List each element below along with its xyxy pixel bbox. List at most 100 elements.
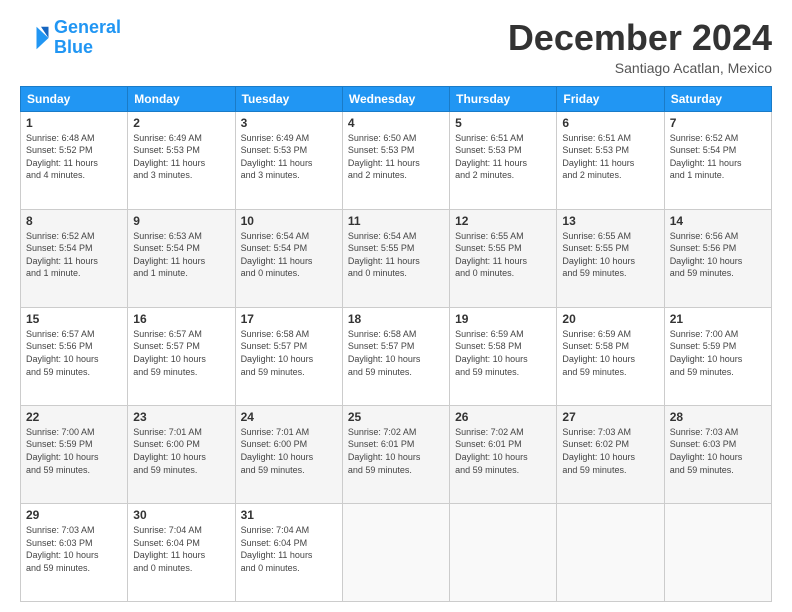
day-info: Sunrise: 6:54 AMSunset: 5:54 PMDaylight:… [241,230,337,280]
table-row: 17Sunrise: 6:58 AMSunset: 5:57 PMDayligh… [235,307,342,405]
day-info: Sunrise: 6:52 AMSunset: 5:54 PMDaylight:… [26,230,122,280]
logo-icon [20,23,50,53]
table-row: 19 Sunrise: 6:59 AMSunset: 5:58 PMDayligh… [450,307,557,405]
table-row: 22 Sunrise: 7:00 AMSunset: 5:59 PMDayligh… [21,405,128,503]
day-info: Sunrise: 6:59 AMSunset: 5:58 PMDaylight:… [562,328,658,378]
table-row: 28Sunrise: 7:03 AMSunset: 6:03 PMDayligh… [664,405,771,503]
day-info: Sunrise: 7:03 AMSunset: 6:03 PMDaylight:… [670,426,766,476]
table-row: 8 Sunrise: 6:52 AMSunset: 5:54 PMDaylight… [21,209,128,307]
table-row: 26 Sunrise: 7:02 AMSunset: 6:01 PMDayligh… [450,405,557,503]
col-sunday: Sunday [21,86,128,111]
day-number: 6 [562,116,658,130]
day-number: 4 [348,116,444,130]
table-row: 18 Sunrise: 6:58 AMSunset: 5:57 PMDayligh… [342,307,449,405]
top-section: General Blue December 2024 Santiago Acat… [20,18,772,76]
day-number: 15 [26,312,122,326]
day-number: 16 [133,312,229,326]
table-row: 7Sunrise: 6:52 AMSunset: 5:54 PMDaylight… [664,111,771,209]
day-number: 13 [562,214,658,228]
day-info: Sunrise: 7:03 AMSunset: 6:03 PMDaylight:… [26,524,122,574]
day-info: Sunrise: 6:52 AMSunset: 5:54 PMDaylight:… [670,132,766,182]
day-number: 14 [670,214,766,228]
day-info: Sunrise: 7:02 AMSunset: 6:01 PMDaylight:… [455,426,551,476]
day-info: Sunrise: 6:54 AMSunset: 5:55 PMDaylight:… [348,230,444,280]
table-row: 25 Sunrise: 7:02 AMSunset: 6:01 PMDayligh… [342,405,449,503]
table-row: 29 Sunrise: 7:03 AMSunset: 6:03 PMDayligh… [21,503,128,601]
table-row: 6Sunrise: 6:51 AMSunset: 5:53 PMDaylight… [557,111,664,209]
day-number: 20 [562,312,658,326]
day-info: Sunrise: 6:49 AMSunset: 5:53 PMDaylight:… [133,132,229,182]
day-number: 19 [455,312,551,326]
day-info: Sunrise: 7:01 AMSunset: 6:00 PMDaylight:… [241,426,337,476]
day-number: 11 [348,214,444,228]
day-info: Sunrise: 7:04 AMSunset: 6:04 PMDaylight:… [241,524,337,574]
day-info: Sunrise: 6:58 AMSunset: 5:57 PMDaylight:… [348,328,444,378]
table-row: 21 Sunrise: 7:00 AMSunset: 5:59 PMDayligh… [664,307,771,405]
page: General Blue December 2024 Santiago Acat… [0,0,792,612]
calendar-week-3: 15Sunrise: 6:57 AMSunset: 5:56 PMDayligh… [21,307,772,405]
table-row: 10 Sunrise: 6:54 AMSunset: 5:54 PMDayligh… [235,209,342,307]
table-row: 9Sunrise: 6:53 AMSunset: 5:54 PMDaylight… [128,209,235,307]
day-number: 2 [133,116,229,130]
day-info: Sunrise: 7:00 AMSunset: 5:59 PMDaylight:… [670,328,766,378]
day-number: 21 [670,312,766,326]
day-info: Sunrise: 6:48 AMSunset: 5:52 PMDaylight:… [26,132,122,182]
calendar-week-4: 22 Sunrise: 7:00 AMSunset: 5:59 PMDayligh… [21,405,772,503]
day-info: Sunrise: 6:49 AMSunset: 5:53 PMDaylight:… [241,132,337,182]
col-saturday: Saturday [664,86,771,111]
day-number: 25 [348,410,444,424]
table-row [664,503,771,601]
day-info: Sunrise: 7:04 AMSunset: 6:04 PMDaylight:… [133,524,229,574]
table-row: 30Sunrise: 7:04 AMSunset: 6:04 PMDayligh… [128,503,235,601]
day-number: 5 [455,116,551,130]
day-info: Sunrise: 6:53 AMSunset: 5:54 PMDaylight:… [133,230,229,280]
day-info: Sunrise: 6:57 AMSunset: 5:57 PMDaylight:… [133,328,229,378]
table-row: 14 Sunrise: 6:56 AMSunset: 5:56 PMDayligh… [664,209,771,307]
table-row: 16 Sunrise: 6:57 AMSunset: 5:57 PMDayligh… [128,307,235,405]
day-number: 26 [455,410,551,424]
day-info: Sunrise: 6:55 AMSunset: 5:55 PMDaylight:… [562,230,658,280]
day-info: Sunrise: 7:02 AMSunset: 6:01 PMDaylight:… [348,426,444,476]
logo-line1: General [54,17,121,37]
table-row: 27Sunrise: 7:03 AMSunset: 6:02 PMDayligh… [557,405,664,503]
table-row: 3 Sunrise: 6:49 AMSunset: 5:53 PMDaylight… [235,111,342,209]
day-number: 3 [241,116,337,130]
table-row: 13 Sunrise: 6:55 AMSunset: 5:55 PMDayligh… [557,209,664,307]
day-info: Sunrise: 6:58 AMSunset: 5:57 PMDaylight:… [241,328,337,378]
table-row: 5 Sunrise: 6:51 AMSunset: 5:53 PMDaylight… [450,111,557,209]
calendar-week-1: 1 Sunrise: 6:48 AMSunset: 5:52 PMDaylight… [21,111,772,209]
day-number: 22 [26,410,122,424]
header-right: December 2024 Santiago Acatlan, Mexico [508,18,772,76]
day-info: Sunrise: 6:59 AMSunset: 5:58 PMDaylight:… [455,328,551,378]
day-info: Sunrise: 6:51 AMSunset: 5:53 PMDaylight:… [455,132,551,182]
table-row: 2 Sunrise: 6:49 AMSunset: 5:53 PMDaylight… [128,111,235,209]
table-row: 11 Sunrise: 6:54 AMSunset: 5:55 PMDayligh… [342,209,449,307]
day-number: 27 [562,410,658,424]
table-row: 1 Sunrise: 6:48 AMSunset: 5:52 PMDaylight… [21,111,128,209]
day-number: 12 [455,214,551,228]
logo: General Blue [20,18,121,58]
col-wednesday: Wednesday [342,86,449,111]
day-number: 29 [26,508,122,522]
day-number: 8 [26,214,122,228]
day-info: Sunrise: 6:55 AMSunset: 5:55 PMDaylight:… [455,230,551,280]
month-title: December 2024 [508,18,772,58]
day-number: 10 [241,214,337,228]
table-row: 23Sunrise: 7:01 AMSunset: 6:00 PMDayligh… [128,405,235,503]
day-info: Sunrise: 7:00 AMSunset: 5:59 PMDaylight:… [26,426,122,476]
col-monday: Monday [128,86,235,111]
table-row: 15Sunrise: 6:57 AMSunset: 5:56 PMDayligh… [21,307,128,405]
logo-line2: Blue [54,37,93,57]
calendar-week-2: 8 Sunrise: 6:52 AMSunset: 5:54 PMDaylight… [21,209,772,307]
location: Santiago Acatlan, Mexico [508,60,772,76]
table-row: 12 Sunrise: 6:55 AMSunset: 5:55 PMDayligh… [450,209,557,307]
table-row: 24 Sunrise: 7:01 AMSunset: 6:00 PMDayligh… [235,405,342,503]
table-row [342,503,449,601]
table-row: 31Sunrise: 7:04 AMSunset: 6:04 PMDayligh… [235,503,342,601]
day-number: 1 [26,116,122,130]
day-number: 18 [348,312,444,326]
logo-text: General Blue [54,18,121,58]
day-info: Sunrise: 6:56 AMSunset: 5:56 PMDaylight:… [670,230,766,280]
day-info: Sunrise: 7:01 AMSunset: 6:00 PMDaylight:… [133,426,229,476]
day-number: 24 [241,410,337,424]
